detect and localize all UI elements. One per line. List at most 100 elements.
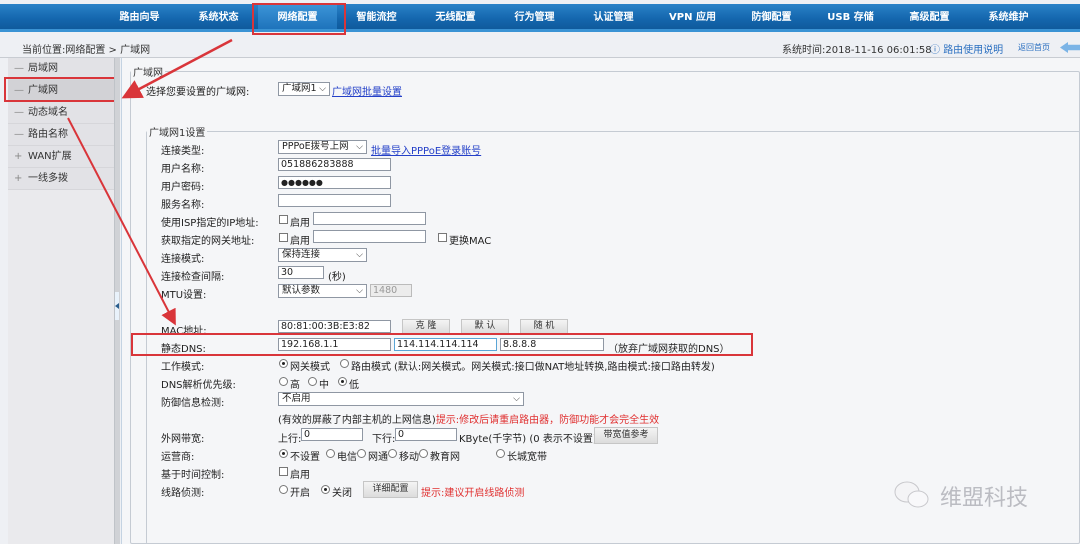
isp-ip-enable-label: 启用 xyxy=(290,218,310,229)
nav-maintenance[interactable]: 系统维护 xyxy=(969,4,1048,29)
conn-type-select[interactable]: PPPoE拨号上网 ⌵ xyxy=(278,140,367,154)
isp-label: 运营商: xyxy=(161,452,195,463)
sidebar-item-label: 局域网 xyxy=(28,63,58,74)
dns-highlight-box xyxy=(131,333,753,356)
password-label: 用户密码: xyxy=(161,182,205,193)
conn-type-value: PPPoE拨号上网 xyxy=(282,141,349,152)
isp-greatwall-radio[interactable] xyxy=(496,449,505,458)
detail-config-button[interactable]: 详细配置 xyxy=(363,481,418,498)
wechat-icon xyxy=(894,481,929,508)
nav-auth[interactable]: 认证管理 xyxy=(574,4,653,29)
conn-type-label: 连接类型: xyxy=(161,146,205,157)
conn-mode-select[interactable]: 保持连接 ⌵ xyxy=(278,248,367,262)
breadcrumb: 当前位置:网络配置 > 广域网 xyxy=(22,45,151,56)
chevron-down-icon: ⌵ xyxy=(513,394,520,404)
dns-priority-low-radio[interactable] xyxy=(338,377,347,386)
isp-netcom-radio[interactable] xyxy=(357,449,366,458)
work-mode-gateway-radio[interactable] xyxy=(279,359,288,368)
wan-batch-link[interactable]: 广域网批量设置 xyxy=(332,83,402,98)
info-bar: 当前位置:网络配置 > 广域网 系统时间:2018-11-16 06:01:58… xyxy=(0,36,1080,58)
change-mac-checkbox[interactable] xyxy=(438,233,447,242)
bandwidth-reference-button[interactable]: 带宽值参考 xyxy=(594,427,658,444)
conn-mode-label: 连接模式: xyxy=(161,254,205,265)
password-input[interactable]: ●●●●●● xyxy=(278,176,391,189)
minus-icon: — xyxy=(14,129,24,140)
line-detect-off-label: 关闭 xyxy=(332,488,352,499)
service-label: 服务名称: xyxy=(161,200,205,211)
line-detect-off-radio[interactable] xyxy=(321,485,330,494)
check-interval-unit: (秒) xyxy=(328,272,346,283)
minus-icon: — xyxy=(14,107,24,118)
download-input[interactable]: 0 xyxy=(395,428,457,441)
chevron-down-icon: ⌵ xyxy=(356,142,363,152)
help-link[interactable]: ⓘ 路由使用说明 xyxy=(930,41,1003,56)
mac-input[interactable]: 80:81:00:3B:E3:82 xyxy=(278,320,391,333)
help-link-label: 路由使用说明 xyxy=(943,45,1004,56)
line-detect-on-radio[interactable] xyxy=(279,485,288,494)
nav-advanced[interactable]: 高级配置 xyxy=(890,4,969,29)
collapse-arrow-icon[interactable] xyxy=(115,303,119,309)
time-control-checkbox[interactable] xyxy=(279,467,288,476)
wan-select[interactable]: 广域网1 ⌵ xyxy=(278,82,330,96)
work-mode-gateway-label: 网关模式 xyxy=(290,362,330,373)
time-control-enable-label: 启用 xyxy=(290,470,310,481)
random-mac-button[interactable]: 随 机 xyxy=(520,319,568,334)
work-mode-route-radio[interactable] xyxy=(340,359,349,368)
nav-defense[interactable]: 防御配置 xyxy=(732,4,811,29)
sidebar: — 局域网 — 广域网 — 动态域名 — 路由名称 + WAN扩展 + 一线多拨 xyxy=(8,58,114,544)
sidebar-item-router-name[interactable]: — 路由名称 xyxy=(8,124,114,146)
pppoe-import-link[interactable]: 批量导入PPPoE登录账号 xyxy=(371,142,481,157)
isp-greatwall-label: 长城宽带 xyxy=(507,452,547,463)
username-label: 用户名称: xyxy=(161,164,205,175)
wan-select-label: 选择您要设置的广域网: xyxy=(146,87,250,98)
nav-system-status[interactable]: 系统状态 xyxy=(179,4,258,29)
mtu-select[interactable]: 默认参数 ⌵ xyxy=(278,284,367,298)
dns-priority-mid-label: 中 xyxy=(319,380,329,391)
username-input[interactable]: 051886283888 xyxy=(278,158,391,171)
dns-priority-high-radio[interactable] xyxy=(279,377,288,386)
check-interval-input[interactable]: 30 xyxy=(278,266,324,279)
conn-mode-value: 保持连接 xyxy=(282,249,321,260)
isp-none-radio[interactable] xyxy=(279,449,288,458)
upload-input[interactable]: 0 xyxy=(301,428,363,441)
isp-telecom-radio[interactable] xyxy=(326,449,335,458)
isp-mobile-radio[interactable] xyxy=(388,449,397,458)
nav-usb[interactable]: USB 存储 xyxy=(811,4,890,29)
bandwidth-unit: KByte(千字节) (0 表示不设置) xyxy=(459,434,597,445)
gateway-checkbox[interactable] xyxy=(279,233,288,242)
sidebar-item-wan-ext[interactable]: + WAN扩展 xyxy=(8,146,114,168)
nav-smart-flow[interactable]: 智能流控 xyxy=(337,4,416,29)
dns-priority-mid-radio[interactable] xyxy=(308,377,317,386)
plus-icon: + xyxy=(14,151,23,162)
chevron-down-icon: ⌵ xyxy=(356,250,363,260)
isp-ip-checkbox[interactable] xyxy=(279,215,288,224)
upload-label: 上行: xyxy=(278,434,302,445)
change-mac-label: 更换MAC xyxy=(449,236,492,247)
nav-behavior[interactable]: 行为管理 xyxy=(495,4,574,29)
sidebar-item-multi-dial[interactable]: + 一线多拨 xyxy=(8,168,114,190)
isp-ip-label: 使用ISP指定的IP地址: xyxy=(161,218,259,229)
line-detect-on-label: 开启 xyxy=(290,488,310,499)
sidebar-item-ddns[interactable]: — 动态域名 xyxy=(8,102,114,124)
default-mac-button[interactable]: 默 认 xyxy=(461,319,509,334)
nav-route-wizard[interactable]: 路由向导 xyxy=(100,4,179,29)
isp-none-label: 不设置 xyxy=(290,452,320,463)
sidebar-item-label: 路由名称 xyxy=(28,129,68,140)
isp-ip-input[interactable] xyxy=(313,212,426,225)
nav-wireless[interactable]: 无线配置 xyxy=(416,4,495,29)
bandwidth-label: 外网带宽: xyxy=(161,434,205,445)
nav-vpn[interactable]: VPN 应用 xyxy=(653,4,732,29)
home-link[interactable]: 返回首页 xyxy=(1018,42,1050,53)
dns-priority-high-label: 高 xyxy=(290,380,300,391)
gateway-input[interactable] xyxy=(313,230,426,243)
gateway-enable-label: 启用 xyxy=(290,236,310,247)
work-mode-label: 工作模式: xyxy=(161,362,205,373)
service-input[interactable] xyxy=(278,194,391,207)
clone-mac-button[interactable]: 克 隆 xyxy=(402,319,450,334)
defense-warning: 提示:修改后请重启路由器，防御功能才会完全生效 xyxy=(435,415,660,426)
defense-select[interactable]: 不启用 ⌵ xyxy=(278,392,524,406)
back-arrow-icon[interactable] xyxy=(1060,42,1080,53)
isp-edu-radio[interactable] xyxy=(419,449,428,458)
defense-select-value: 不启用 xyxy=(282,393,311,404)
mtu-value-input: 1480 xyxy=(370,284,412,297)
